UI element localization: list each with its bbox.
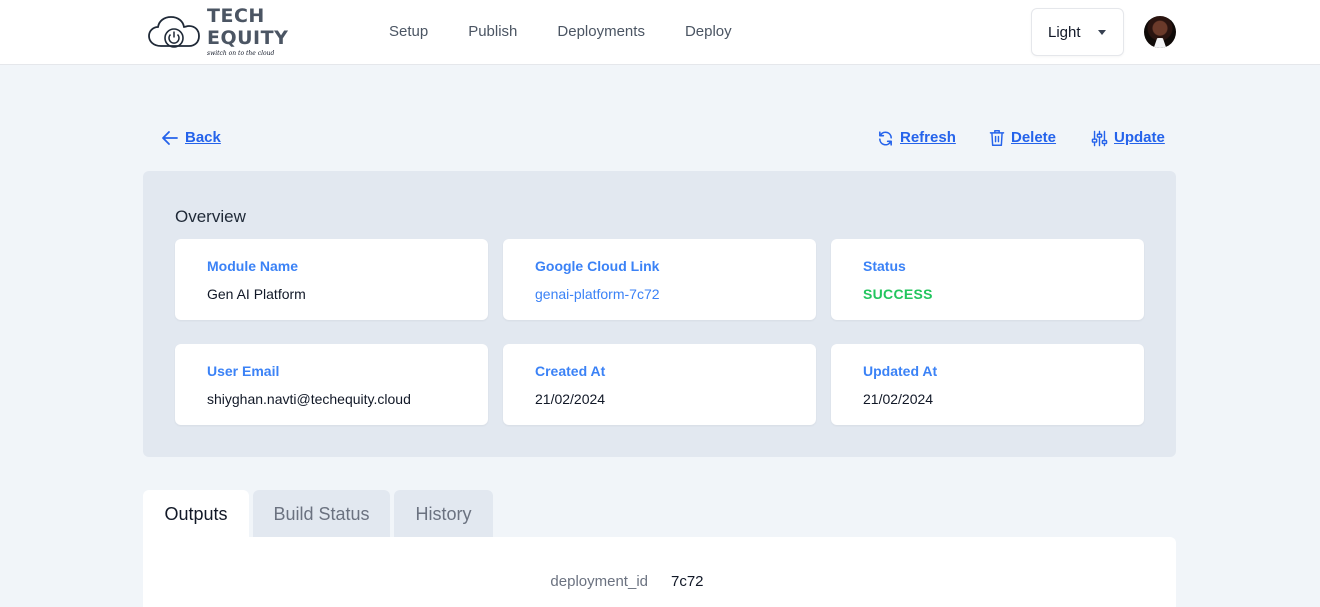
update-link-label: Update bbox=[1114, 129, 1165, 146]
overview-panel: Overview Module Name Gen AI Platform Goo… bbox=[143, 171, 1176, 457]
trash-icon bbox=[989, 130, 1005, 146]
tech-equity-logo[interactable]: TECH EQUITY switch on to the cloud bbox=[147, 5, 347, 57]
module-name-label: Module Name bbox=[207, 258, 299, 274]
refresh-link[interactable]: Refresh bbox=[877, 128, 956, 148]
top-header: TECH EQUITY switch on to the cloud Setup… bbox=[0, 0, 1320, 65]
back-link[interactable]: Back bbox=[161, 128, 221, 148]
created-at-value: 21/02/2024 bbox=[535, 391, 606, 407]
user-avatar[interactable] bbox=[1144, 16, 1176, 48]
refresh-icon bbox=[879, 130, 892, 146]
google-cloud-link-value[interactable]: genai-platform-7c72 bbox=[535, 286, 660, 302]
updated-at-value: 21/02/2024 bbox=[863, 391, 934, 407]
updated-at-label: Updated At bbox=[863, 363, 938, 379]
update-link[interactable]: Update bbox=[1091, 128, 1165, 148]
created-at-label: Created At bbox=[535, 363, 606, 379]
sliders-icon bbox=[1091, 130, 1108, 146]
status-label: Status bbox=[863, 258, 906, 274]
cloud-power-icon bbox=[148, 16, 200, 48]
logo-title: TECH EQUITY bbox=[207, 5, 289, 49]
nav-deployments[interactable]: Deployments bbox=[557, 22, 645, 42]
theme-select-value: Light bbox=[1048, 23, 1081, 41]
user-email-label: User Email bbox=[207, 363, 280, 379]
delete-link-label: Delete bbox=[1011, 129, 1057, 146]
tab-build-status[interactable]: Build Status bbox=[253, 490, 390, 538]
tab-history[interactable]: History bbox=[394, 490, 493, 538]
module-name-value: Gen AI Platform bbox=[207, 286, 306, 302]
google-cloud-link-label: Google Cloud Link bbox=[535, 258, 660, 274]
nav-deploy[interactable]: Deploy bbox=[685, 22, 732, 42]
created-at-card: Created At 21/02/2024 bbox=[503, 344, 816, 425]
main-nav: Setup Publish Deployments Deploy bbox=[389, 22, 772, 42]
updated-at-card: Updated At 21/02/2024 bbox=[831, 344, 1144, 425]
refresh-link-label: Refresh bbox=[900, 129, 956, 146]
overview-title: Overview bbox=[175, 207, 246, 226]
google-cloud-link-card: Google Cloud Link genai-platform-7c72 bbox=[503, 239, 816, 320]
outputs-panel: deployment_id 7c72 bbox=[143, 537, 1176, 607]
nav-publish[interactable]: Publish bbox=[468, 22, 517, 42]
output-key: deployment_id bbox=[550, 573, 648, 590]
output-value: 7c72 bbox=[671, 573, 704, 590]
caret-down-icon bbox=[1098, 30, 1106, 35]
status-badge: SUCCESS bbox=[863, 286, 933, 302]
user-email-card: User Email shiyghan.navti@techequity.clo… bbox=[175, 344, 488, 425]
user-email-value: shiyghan.navti@techequity.cloud bbox=[207, 391, 411, 407]
delete-link[interactable]: Delete bbox=[989, 128, 1056, 148]
nav-setup[interactable]: Setup bbox=[389, 22, 428, 42]
module-name-card: Module Name Gen AI Platform bbox=[175, 239, 488, 320]
back-link-label: Back bbox=[185, 129, 221, 146]
logo-tagline: switch on to the cloud bbox=[207, 50, 275, 57]
logo-text: TECH EQUITY switch on to the cloud bbox=[207, 5, 347, 59]
tab-outputs[interactable]: Outputs bbox=[143, 490, 249, 538]
theme-select[interactable]: Light bbox=[1031, 8, 1124, 56]
arrow-left-icon bbox=[162, 131, 178, 145]
status-card: Status SUCCESS bbox=[831, 239, 1144, 320]
